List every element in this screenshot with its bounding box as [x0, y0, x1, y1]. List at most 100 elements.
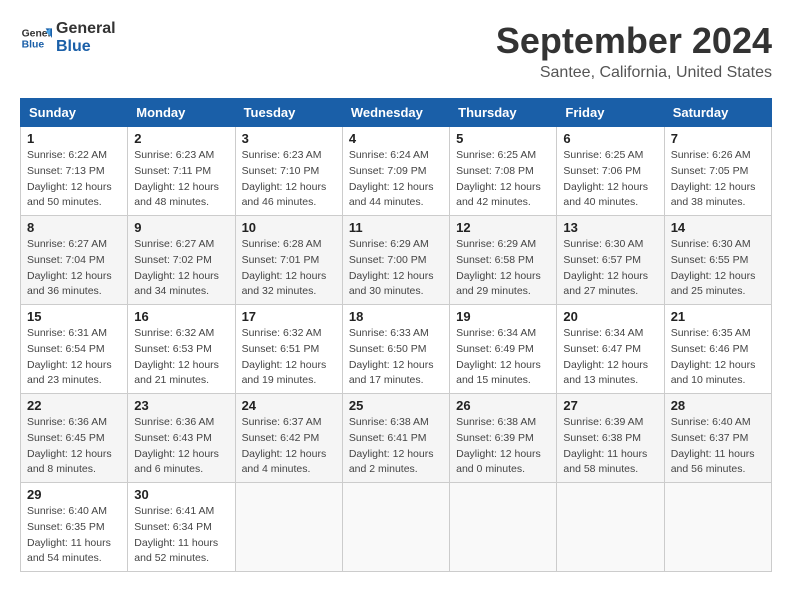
day-number: 30	[134, 487, 228, 502]
calendar-cell: 1Sunrise: 6:22 AMSunset: 7:13 PMDaylight…	[21, 127, 128, 216]
day-number: 20	[563, 309, 657, 324]
sunset-text: Sunset: 6:50 PM	[349, 342, 443, 358]
day-info: Sunrise: 6:36 AMSunset: 6:43 PMDaylight:…	[134, 415, 228, 478]
calendar-cell	[342, 483, 449, 572]
day-number: 10	[242, 220, 336, 235]
day-info: Sunrise: 6:30 AMSunset: 6:55 PMDaylight:…	[671, 237, 765, 300]
daylight-text: Daylight: 12 hours and 29 minutes.	[456, 269, 550, 301]
sunset-text: Sunset: 6:54 PM	[27, 342, 121, 358]
calendar-cell	[450, 483, 557, 572]
day-info: Sunrise: 6:30 AMSunset: 6:57 PMDaylight:…	[563, 237, 657, 300]
day-number: 12	[456, 220, 550, 235]
sunrise-text: Sunrise: 6:23 AM	[134, 148, 228, 164]
day-number: 9	[134, 220, 228, 235]
calendar-cell: 5Sunrise: 6:25 AMSunset: 7:08 PMDaylight…	[450, 127, 557, 216]
calendar-cell: 24Sunrise: 6:37 AMSunset: 6:42 PMDayligh…	[235, 394, 342, 483]
sunrise-text: Sunrise: 6:38 AM	[456, 415, 550, 431]
sunset-text: Sunset: 7:01 PM	[242, 253, 336, 269]
calendar-table: SundayMondayTuesdayWednesdayThursdayFrid…	[20, 98, 772, 572]
day-info: Sunrise: 6:36 AMSunset: 6:45 PMDaylight:…	[27, 415, 121, 478]
day-info: Sunrise: 6:29 AMSunset: 6:58 PMDaylight:…	[456, 237, 550, 300]
day-number: 17	[242, 309, 336, 324]
day-info: Sunrise: 6:27 AMSunset: 7:04 PMDaylight:…	[27, 237, 121, 300]
calendar-cell: 26Sunrise: 6:38 AMSunset: 6:39 PMDayligh…	[450, 394, 557, 483]
day-number: 4	[349, 131, 443, 146]
sunrise-text: Sunrise: 6:31 AM	[27, 326, 121, 342]
calendar-cell: 9 Sunrise: 6:27 AMSunset: 7:02 PMDaylight…	[128, 216, 235, 305]
daylight-text: Daylight: 12 hours and 40 minutes.	[563, 180, 657, 212]
daylight-text: Daylight: 12 hours and 50 minutes.	[27, 180, 121, 212]
calendar-cell: 22 Sunrise: 6:36 AMSunset: 6:45 PMDayligh…	[21, 394, 128, 483]
sunrise-text: Sunrise: 6:40 AM	[671, 415, 765, 431]
day-info: Sunrise: 6:34 AMSunset: 6:49 PMDaylight:…	[456, 326, 550, 389]
calendar-cell: 14Sunrise: 6:30 AMSunset: 6:55 PMDayligh…	[664, 216, 771, 305]
logo-general: General	[56, 20, 116, 38]
sunset-text: Sunset: 6:35 PM	[27, 520, 121, 536]
column-header-friday: Friday	[557, 99, 664, 127]
sunrise-text: Sunrise: 6:37 AM	[242, 415, 336, 431]
calendar-cell: 21Sunrise: 6:35 AMSunset: 6:46 PMDayligh…	[664, 305, 771, 394]
day-info: Sunrise: 6:28 AMSunset: 7:01 PMDaylight:…	[242, 237, 336, 300]
day-info: Sunrise: 6:37 AMSunset: 6:42 PMDaylight:…	[242, 415, 336, 478]
sunrise-text: Sunrise: 6:36 AM	[134, 415, 228, 431]
day-number: 23	[134, 398, 228, 413]
sunset-text: Sunset: 7:11 PM	[134, 164, 228, 180]
day-number: 22	[27, 398, 121, 413]
sunset-text: Sunset: 6:41 PM	[349, 431, 443, 447]
day-info: Sunrise: 6:39 AMSunset: 6:38 PMDaylight:…	[563, 415, 657, 478]
calendar-week-row: 22Sunrise: 6:36 AMSunset: 6:45 PMDayligh…	[21, 394, 772, 483]
day-info: Sunrise: 6:29 AMSunset: 7:00 PMDaylight:…	[349, 237, 443, 300]
day-number: 1	[27, 131, 121, 146]
day-info: Sunrise: 6:40 AMSunset: 6:35 PMDaylight:…	[27, 504, 121, 567]
sunrise-text: Sunrise: 6:33 AM	[349, 326, 443, 342]
day-info: Sunrise: 6:32 AMSunset: 6:53 PMDaylight:…	[134, 326, 228, 389]
daylight-text: Daylight: 12 hours and 25 minutes.	[671, 269, 765, 301]
sunrise-text: Sunrise: 6:22 AM	[27, 148, 121, 164]
sunset-text: Sunset: 6:34 PM	[134, 520, 228, 536]
day-number: 7	[671, 131, 765, 146]
calendar-cell	[557, 483, 664, 572]
day-number: 16	[134, 309, 228, 324]
calendar-title: September 2024	[496, 20, 772, 62]
day-info: Sunrise: 6:35 AMSunset: 6:46 PMDaylight:…	[671, 326, 765, 389]
sunrise-text: Sunrise: 6:34 AM	[456, 326, 550, 342]
daylight-text: Daylight: 12 hours and 44 minutes.	[349, 180, 443, 212]
calendar-cell: 15Sunrise: 6:31 AMSunset: 6:54 PMDayligh…	[21, 305, 128, 394]
daylight-text: Daylight: 12 hours and 0 minutes.	[456, 447, 550, 479]
day-number: 11	[349, 220, 443, 235]
calendar-cell: 12 Sunrise: 6:29 AMSunset: 6:58 PMDayligh…	[450, 216, 557, 305]
day-number: 8	[27, 220, 121, 235]
sunset-text: Sunset: 6:45 PM	[27, 431, 121, 447]
sunrise-text: Sunrise: 6:32 AM	[134, 326, 228, 342]
sunrise-text: Sunrise: 6:32 AM	[242, 326, 336, 342]
sunrise-text: Sunrise: 6:29 AM	[456, 237, 550, 253]
sunrise-text: Sunrise: 6:29 AM	[349, 237, 443, 253]
sunset-text: Sunset: 6:55 PM	[671, 253, 765, 269]
sunset-text: Sunset: 7:10 PM	[242, 164, 336, 180]
day-number: 2	[134, 131, 228, 146]
sunrise-text: Sunrise: 6:40 AM	[27, 504, 121, 520]
sunrise-text: Sunrise: 6:25 AM	[563, 148, 657, 164]
day-info: Sunrise: 6:27 AMSunset: 7:02 PMDaylight:…	[134, 237, 228, 300]
calendar-week-row: 1Sunrise: 6:22 AMSunset: 7:13 PMDaylight…	[21, 127, 772, 216]
calendar-cell: 3Sunrise: 6:23 AMSunset: 7:10 PMDaylight…	[235, 127, 342, 216]
day-number: 15	[27, 309, 121, 324]
daylight-text: Daylight: 12 hours and 13 minutes.	[563, 358, 657, 390]
calendar-cell: 11 Sunrise: 6:29 AMSunset: 7:00 PMDayligh…	[342, 216, 449, 305]
daylight-text: Daylight: 12 hours and 42 minutes.	[456, 180, 550, 212]
day-number: 13	[563, 220, 657, 235]
day-number: 5	[456, 131, 550, 146]
sunset-text: Sunset: 6:58 PM	[456, 253, 550, 269]
logo-icon: General Blue	[20, 22, 52, 54]
daylight-text: Daylight: 12 hours and 19 minutes.	[242, 358, 336, 390]
sunset-text: Sunset: 6:46 PM	[671, 342, 765, 358]
daylight-text: Daylight: 12 hours and 8 minutes.	[27, 447, 121, 479]
day-info: Sunrise: 6:40 AMSunset: 6:37 PMDaylight:…	[671, 415, 765, 478]
sunset-text: Sunset: 6:49 PM	[456, 342, 550, 358]
calendar-cell: 4Sunrise: 6:24 AMSunset: 7:09 PMDaylight…	[342, 127, 449, 216]
day-info: Sunrise: 6:34 AMSunset: 6:47 PMDaylight:…	[563, 326, 657, 389]
sunset-text: Sunset: 7:02 PM	[134, 253, 228, 269]
logo: General Blue General Blue	[20, 20, 116, 55]
sunset-text: Sunset: 6:38 PM	[563, 431, 657, 447]
day-number: 26	[456, 398, 550, 413]
